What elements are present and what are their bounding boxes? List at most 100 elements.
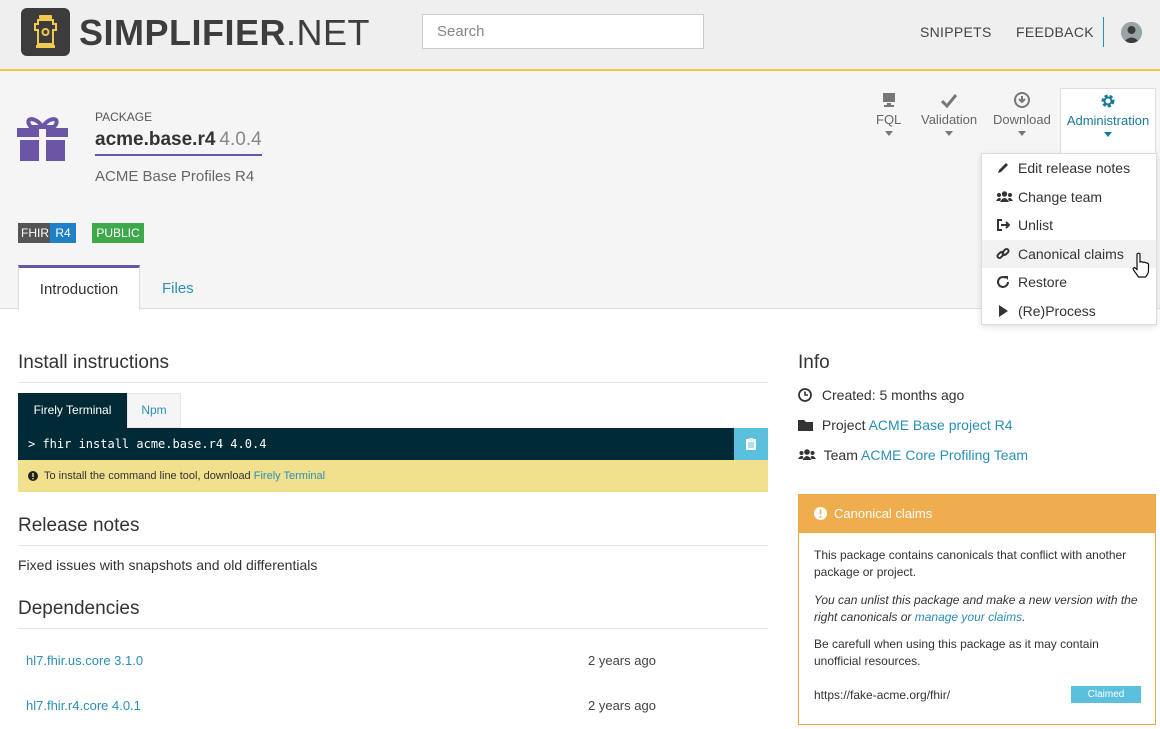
menu-item-edit-release-notes[interactable]: Edit release notes: [982, 154, 1156, 182]
menu-item-canonical-claims[interactable]: Canonical claims: [982, 240, 1156, 268]
administration-button[interactable]: Administration: [1060, 88, 1156, 154]
monitor-icon: [882, 93, 895, 107]
brand-suffix: .NET: [286, 12, 371, 53]
top-navbar: SIMPLIFIER.NET SNIPPETS FEEDBACK: [0, 0, 1160, 71]
tab-introduction[interactable]: Introduction: [18, 265, 140, 310]
package-version: 4.0.4: [219, 129, 262, 150]
install-note: To install the command line tool, downlo…: [18, 460, 768, 492]
avatar[interactable]: [1121, 22, 1142, 43]
nav-divider: [1103, 17, 1104, 47]
release-notes-text: Fixed issues with snapshots and old diff…: [18, 557, 318, 573]
nav-snippets[interactable]: SNIPPETS: [920, 24, 992, 40]
release-notes-heading: Release notes: [18, 515, 768, 546]
claims-panel-header: Canonical claims: [799, 495, 1155, 533]
fql-button[interactable]: FQL: [876, 92, 901, 136]
hydrant-icon: [34, 15, 57, 48]
hand-pointer-cursor-icon: [1132, 252, 1150, 278]
manage-claims-link[interactable]: manage your claims: [915, 610, 1022, 624]
info-created: Created: 5 months ago: [798, 387, 964, 403]
users-icon: [798, 449, 816, 460]
claims-warning: Be carefull when using this package as i…: [814, 637, 1099, 668]
menu-item-restore[interactable]: Restore: [982, 268, 1156, 296]
brand-name[interactable]: SIMPLIFIER.NET: [79, 12, 370, 54]
firely-terminal-link[interactable]: Firely Terminal: [254, 470, 325, 482]
sign-out-icon: [997, 219, 1010, 231]
project-link[interactable]: ACME Base project R4: [869, 417, 1013, 433]
download-caret-icon: [1017, 131, 1026, 136]
visibility-badge: PUBLIC: [92, 223, 144, 243]
fhir-badge-label: FHIR: [18, 223, 50, 243]
dependency-link[interactable]: hl7.fhir.r4.core 4.0.1: [26, 698, 141, 713]
refresh-icon: [997, 276, 1009, 288]
gear-icon: [1101, 94, 1115, 108]
claims-paragraph: This package contains canonicals that co…: [814, 548, 1127, 579]
clock-icon: [798, 388, 812, 402]
nav-feedback[interactable]: FEEDBACK: [1016, 24, 1094, 40]
menu-item-label: Canonical claims: [1018, 246, 1124, 262]
install-heading: Install instructions: [18, 352, 768, 383]
info-project-label: Project: [821, 417, 866, 433]
gift-icon: [17, 117, 68, 161]
dependencies-heading: Dependencies: [18, 598, 768, 629]
users-icon: [996, 191, 1013, 202]
tab-firely-terminal[interactable]: Firely Terminal: [18, 393, 127, 428]
tab-files[interactable]: Files: [162, 280, 194, 297]
package-name: acme.base.r4: [95, 129, 216, 150]
search-input[interactable]: [422, 14, 704, 49]
administration-menu: Edit release notes Change team Unlist Ca…: [981, 153, 1157, 325]
menu-item-label: Restore: [1018, 274, 1068, 290]
fql-caret-icon: [884, 131, 893, 136]
copy-button[interactable]: [734, 428, 768, 460]
play-icon: [999, 305, 1008, 317]
team-link[interactable]: ACME Core Profiling Team: [861, 447, 1028, 463]
info-team-label: Team: [823, 447, 858, 463]
menu-item-change-team[interactable]: Change team: [982, 183, 1156, 211]
claims-advice: You can unlist this package and make a n…: [814, 592, 1144, 626]
dependency-date: 2 years ago: [588, 653, 656, 668]
info-heading: Info: [798, 352, 830, 373]
menu-item-reprocess[interactable]: (Re)Process: [982, 297, 1156, 325]
claims-advice-end: .: [1022, 610, 1026, 624]
administration-label: Administration: [1066, 113, 1150, 128]
tab-npm[interactable]: Npm: [127, 393, 181, 428]
download-label: Download: [993, 112, 1051, 127]
dependency-link[interactable]: hl7.fhir.us.core 3.1.0: [26, 653, 143, 668]
validation-label: Validation: [921, 112, 978, 127]
exclamation-circle-icon: [814, 507, 827, 520]
validation-button[interactable]: Validation: [921, 92, 977, 136]
clipboard-icon: [746, 438, 756, 450]
package-title: acme.base.r4 4.0.4: [95, 129, 262, 156]
folder-icon: [798, 420, 813, 431]
claims-title: Canonical claims: [834, 506, 933, 521]
download-button[interactable]: Download: [993, 92, 1051, 136]
download-icon: [1013, 92, 1030, 108]
fhir-version-badge: FHIR R4: [18, 223, 76, 243]
menu-item-label: (Re)Process: [1018, 303, 1096, 319]
logo[interactable]: [21, 8, 70, 56]
info-created-text: Created: 5 months ago: [821, 387, 965, 403]
validation-caret-icon: [945, 131, 954, 136]
menu-item-label: Unlist: [1018, 217, 1054, 233]
install-note-text: To install the command line tool, downlo…: [44, 470, 251, 482]
menu-item-label: Change team: [1018, 189, 1103, 205]
pencil-icon: [998, 163, 1008, 173]
canonical-claims-panel: Canonical claims This package contains c…: [798, 494, 1156, 725]
fql-label: FQL: [876, 112, 902, 127]
claimed-badge: Claimed: [1071, 686, 1141, 703]
dependency-date: 2 years ago: [588, 698, 656, 713]
menu-item-unlist[interactable]: Unlist: [982, 211, 1156, 239]
package-description: ACME Base Profiles R4: [95, 168, 255, 185]
package-kicker: PACKAGE: [95, 110, 153, 124]
administration-caret-icon: [1104, 132, 1112, 137]
link-icon: [996, 247, 1010, 260]
claims-url: https://fake-acme.org/fhir/: [814, 688, 951, 702]
menu-item-label: Edit release notes: [1018, 160, 1131, 176]
info-team: Team ACME Core Profiling Team: [798, 447, 1028, 463]
info-project: Project ACME Base project R4: [798, 417, 1013, 433]
install-command: > fhir install acme.base.r4 4.0.4: [18, 428, 768, 460]
fhir-badge-version: R4: [50, 223, 76, 243]
install-tabs: Firely Terminal Npm: [18, 393, 181, 428]
brand-bold: SIMPLIFIER: [79, 12, 287, 53]
check-icon: [941, 94, 958, 108]
user-avatar-icon: [1121, 22, 1142, 43]
